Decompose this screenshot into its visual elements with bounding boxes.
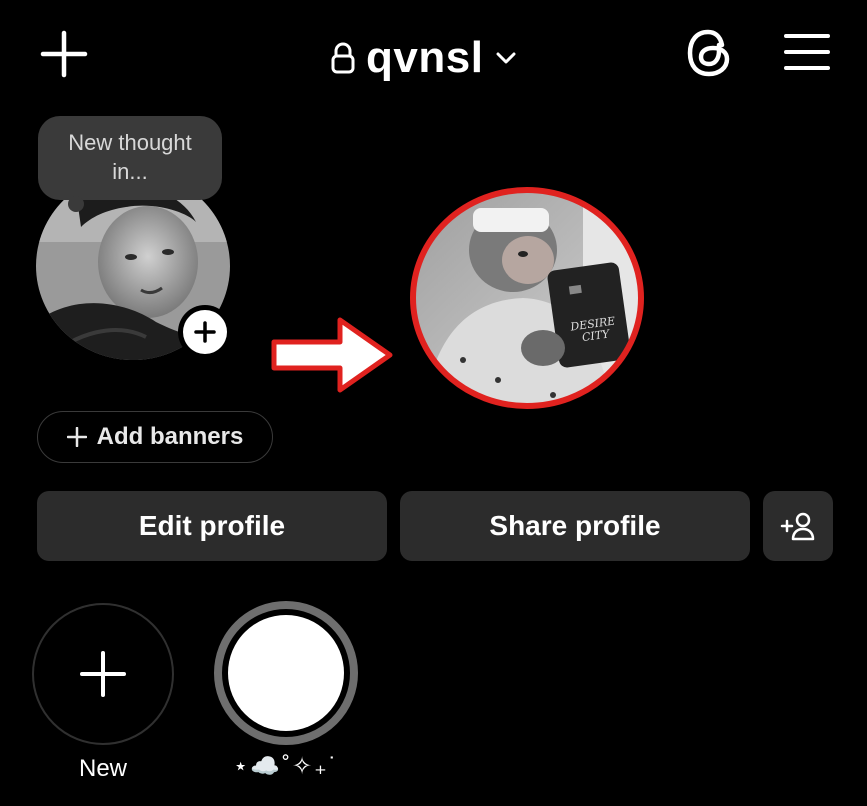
chevron-down-icon xyxy=(495,51,517,65)
add-banners-button[interactable]: Add banners xyxy=(37,411,273,463)
annotation-arrow xyxy=(268,312,398,398)
threads-icon[interactable] xyxy=(684,27,734,79)
new-highlight-label: New xyxy=(78,755,127,782)
menu-icon[interactable] xyxy=(784,33,830,71)
share-profile-button[interactable]: Share profile xyxy=(400,491,750,561)
monkey-photo: DESIRE CITY xyxy=(415,192,639,404)
plus-icon xyxy=(66,427,87,447)
thought-bubble-text: New thought in... xyxy=(68,130,192,184)
story-highlight[interactable] xyxy=(214,601,358,745)
account-switcher[interactable]: qvnsl xyxy=(330,28,517,88)
thought-bubble[interactable]: New thought in... xyxy=(38,116,222,212)
plus-icon xyxy=(183,310,227,354)
username: qvnsl xyxy=(366,33,484,82)
plus-icon xyxy=(79,650,127,698)
lock-icon xyxy=(330,41,356,75)
edit-profile-button[interactable]: Edit profile xyxy=(37,491,387,561)
add-banners-label: Add banners xyxy=(96,423,244,450)
new-highlight-button[interactable] xyxy=(32,603,174,745)
highlighted-avatar-circle: DESIRE CITY xyxy=(403,180,651,416)
add-story-button[interactable] xyxy=(178,305,232,359)
discover-people-button[interactable] xyxy=(763,491,833,561)
create-plus-icon[interactable] xyxy=(40,30,88,78)
story-highlight-label: ⋆☁️˚✧₊˙ xyxy=(233,753,339,780)
highlight-cover xyxy=(228,615,344,731)
share-profile-label: Share profile xyxy=(489,510,661,541)
thought-bubble-tail xyxy=(68,196,84,212)
edit-profile-label: Edit profile xyxy=(138,510,286,541)
add-person-icon xyxy=(780,511,816,541)
